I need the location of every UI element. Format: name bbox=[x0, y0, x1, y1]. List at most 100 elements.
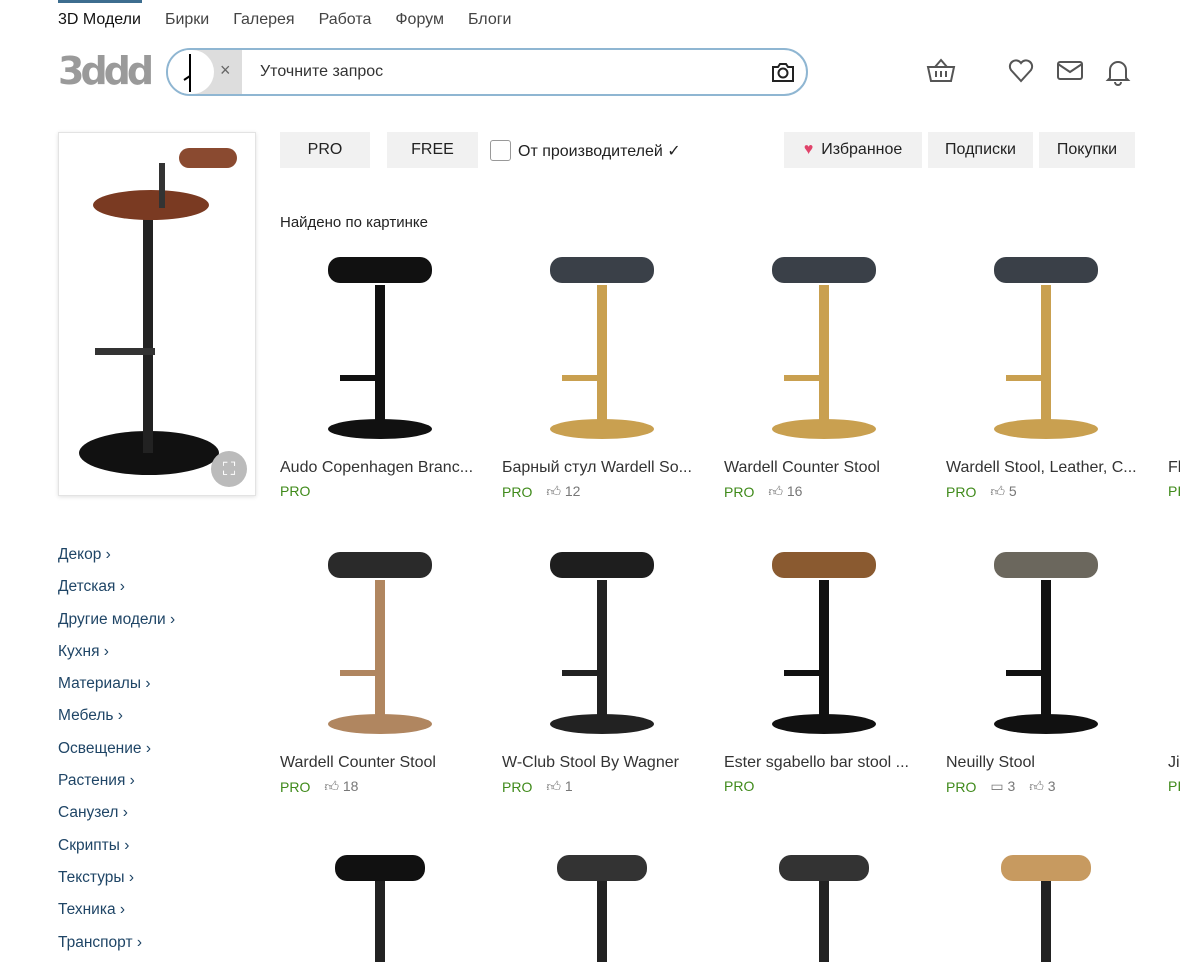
model-title[interactable]: Neuilly Stool bbox=[946, 754, 1156, 774]
top-nav: 3D Модели Бирки Галерея Работа Форум Бло… bbox=[58, 11, 512, 29]
pro-badge: PRO bbox=[280, 483, 311, 499]
model-card[interactable]: Ji PI bbox=[1168, 540, 1180, 794]
model-meta: PRO 👍︎ 12 bbox=[502, 483, 712, 500]
likes-count: 👍︎ 5 bbox=[990, 483, 1016, 500]
model-title[interactable]: Барный стул Wardell So... bbox=[502, 459, 712, 479]
search-image-preview: ⛶ bbox=[58, 132, 256, 496]
model-thumbnail[interactable] bbox=[1168, 540, 1180, 740]
model-card[interactable]: Wardell Counter Stool PRO 👍︎ 16 bbox=[724, 245, 934, 500]
model-title[interactable]: Wardell Counter Stool bbox=[280, 754, 490, 774]
category-link[interactable]: Декор › bbox=[58, 545, 175, 577]
manufacturers-checkbox[interactable] bbox=[490, 140, 511, 161]
model-title[interactable]: Ester sgabello bar stool ... bbox=[724, 754, 934, 774]
model-card-partial[interactable] bbox=[946, 835, 1156, 967]
chevron-right-icon: › bbox=[117, 707, 123, 725]
favorites-label: Избранное bbox=[821, 141, 903, 158]
pro-badge: PRO bbox=[280, 778, 311, 795]
search-bar[interactable]: × Уточните запрос bbox=[166, 48, 808, 96]
search-input[interactable]: Уточните запрос bbox=[260, 63, 383, 81]
nav-tags[interactable]: Бирки bbox=[165, 11, 209, 29]
model-card[interactable]: Wardell Counter Stool PRO 👍︎ 18 bbox=[280, 540, 490, 795]
thumbs-up-icon: 👍︎ bbox=[324, 778, 339, 794]
category-link[interactable]: Освещение › bbox=[58, 739, 175, 771]
nav-work[interactable]: Работа bbox=[319, 11, 372, 29]
search-image-thumbnail: × bbox=[168, 50, 242, 94]
pro-badge: PRO bbox=[724, 483, 755, 500]
model-thumbnail[interactable] bbox=[280, 540, 480, 740]
model-thumbnail[interactable] bbox=[946, 540, 1146, 740]
likes-count: 👍︎ 12 bbox=[546, 483, 580, 500]
cart-icon[interactable] bbox=[926, 58, 956, 89]
model-thumbnail[interactable] bbox=[724, 540, 924, 740]
comments-count: ▭ 3 bbox=[990, 778, 1015, 795]
nav-forum[interactable]: Форум bbox=[395, 11, 444, 29]
model-thumbnail[interactable] bbox=[946, 245, 1146, 445]
model-card-partial[interactable] bbox=[724, 835, 934, 967]
model-card-partial[interactable] bbox=[502, 835, 712, 967]
category-link[interactable]: Санузел › bbox=[58, 803, 175, 835]
model-title[interactable]: Audo Copenhagen Branc... bbox=[280, 459, 490, 479]
category-link[interactable]: Материалы › bbox=[58, 674, 175, 706]
category-link[interactable]: Техника › bbox=[58, 900, 175, 932]
model-thumbnail[interactable] bbox=[502, 245, 702, 445]
filter-pro-button[interactable]: PRO bbox=[280, 132, 370, 168]
category-link[interactable]: Детская › bbox=[58, 577, 175, 609]
thumbs-up-icon: 👍︎ bbox=[768, 483, 783, 499]
model-card-partial[interactable] bbox=[280, 835, 490, 967]
pro-badge: PRO bbox=[502, 483, 533, 500]
subscriptions-button[interactable]: Подписки bbox=[928, 132, 1033, 168]
model-card[interactable]: Audo Copenhagen Branc... PRO bbox=[280, 245, 490, 499]
bell-icon[interactable] bbox=[1105, 58, 1131, 91]
model-card[interactable]: Fl PI bbox=[1168, 245, 1180, 499]
category-label: Скрипты bbox=[58, 836, 120, 854]
clear-image-icon[interactable]: × bbox=[220, 60, 231, 81]
pro-badge: PI bbox=[1168, 483, 1180, 499]
model-title[interactable]: Ji bbox=[1168, 754, 1180, 774]
pro-badge: PI bbox=[1168, 778, 1180, 794]
model-thumbnail[interactable] bbox=[502, 540, 702, 740]
model-title[interactable]: Fl bbox=[1168, 459, 1180, 479]
pro-badge: PRO bbox=[946, 778, 977, 795]
category-label: Материалы bbox=[58, 675, 141, 693]
nav-3d-models[interactable]: 3D Модели bbox=[58, 11, 141, 29]
chevron-right-icon: › bbox=[170, 610, 176, 628]
likes-count: 👍︎ 3 bbox=[1029, 778, 1055, 795]
category-link[interactable]: Текстуры › bbox=[58, 868, 175, 900]
model-card[interactable]: Ester sgabello bar stool ... PRO bbox=[724, 540, 934, 794]
model-card[interactable]: W-Club Stool By Wagner PRO 👍︎ 1 bbox=[502, 540, 712, 795]
category-link[interactable]: Другие модели › bbox=[58, 610, 175, 642]
category-link[interactable]: Скрипты › bbox=[58, 836, 175, 868]
manufacturers-label[interactable]: От производителей ✓ bbox=[518, 141, 681, 161]
nav-blogs[interactable]: Блоги bbox=[468, 11, 512, 29]
mail-icon[interactable] bbox=[1056, 58, 1084, 89]
model-card[interactable]: Wardell Stool, Leather, C... PRO 👍︎ 5 bbox=[946, 245, 1156, 500]
model-thumbnail[interactable] bbox=[724, 245, 924, 445]
expand-icon[interactable]: ⛶ bbox=[211, 451, 247, 487]
filter-free-button[interactable]: FREE bbox=[387, 132, 478, 168]
category-link[interactable]: Кухня › bbox=[58, 642, 175, 674]
logo[interactable]: 3ddd bbox=[58, 52, 154, 90]
model-title[interactable]: W-Club Stool By Wagner bbox=[502, 754, 712, 774]
purchases-button[interactable]: Покупки bbox=[1039, 132, 1135, 168]
verified-icon: ✓ bbox=[667, 143, 681, 160]
nav-gallery[interactable]: Галерея bbox=[233, 11, 294, 29]
comments-value: 3 bbox=[1007, 778, 1016, 794]
camera-icon[interactable] bbox=[770, 60, 796, 89]
category-label: Освещение bbox=[58, 739, 142, 757]
model-thumbnail[interactable] bbox=[280, 245, 480, 445]
likes-value: 3 bbox=[1047, 778, 1056, 794]
heart-icon[interactable] bbox=[1008, 58, 1034, 89]
category-link[interactable]: Мебель › bbox=[58, 706, 175, 738]
model-title[interactable]: Wardell Stool, Leather, C... bbox=[946, 459, 1156, 479]
model-card[interactable]: Neuilly Stool PRO ▭ 3 👍︎ 3 bbox=[946, 540, 1156, 795]
model-card[interactable]: Барный стул Wardell So... PRO 👍︎ 12 bbox=[502, 245, 712, 500]
category-label: Детская bbox=[58, 578, 116, 596]
favorites-button[interactable]: ♥ Избранное bbox=[784, 132, 922, 168]
chevron-right-icon: › bbox=[129, 772, 135, 790]
category-link[interactable]: Транспорт › bbox=[58, 933, 175, 965]
stool-image bbox=[779, 855, 869, 962]
category-link[interactable]: Растения › bbox=[58, 771, 175, 803]
model-title[interactable]: Wardell Counter Stool bbox=[724, 459, 934, 479]
model-thumbnail[interactable] bbox=[1168, 245, 1180, 445]
chevron-right-icon: › bbox=[145, 675, 151, 693]
